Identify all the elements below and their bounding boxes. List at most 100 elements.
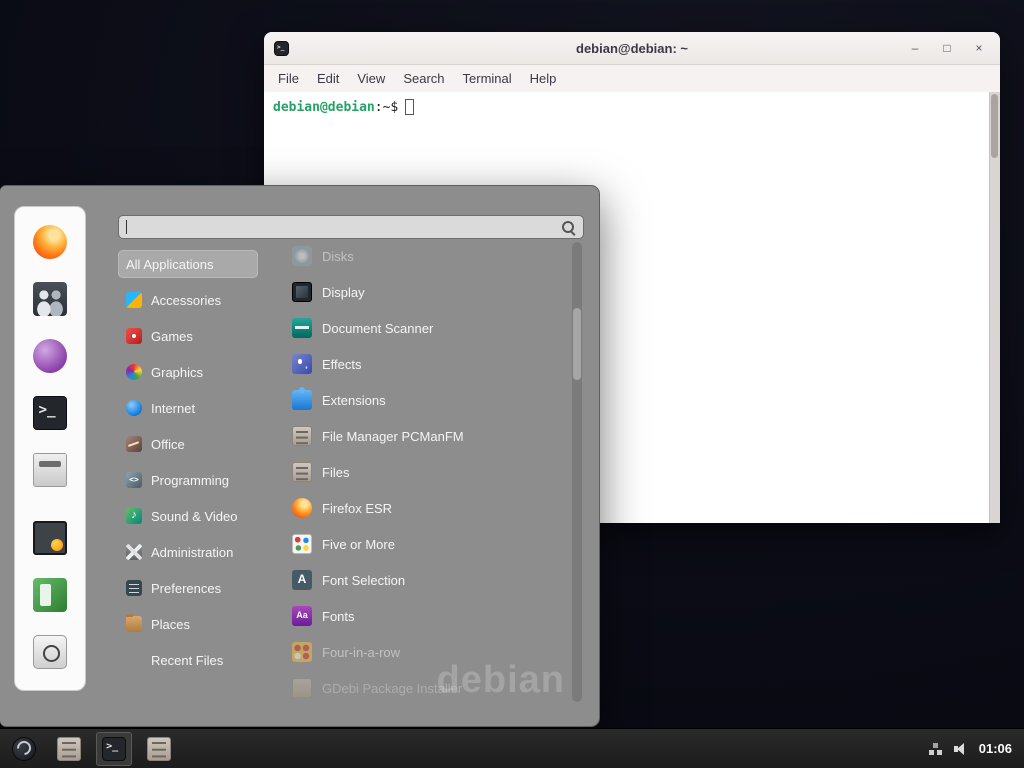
- logout-icon: [33, 578, 67, 612]
- application-item[interactable]: Disks: [288, 242, 568, 270]
- taskbar-launchers: [6, 732, 177, 766]
- terminal-window-icon: [274, 41, 289, 56]
- display-icon: [292, 282, 312, 302]
- taskbar: 01:06: [0, 728, 1024, 768]
- volume-icon[interactable]: [953, 741, 969, 757]
- terminal-titlebar[interactable]: debian@debian: ~ – □ ×: [264, 32, 1000, 65]
- shutdown-icon: [33, 635, 67, 669]
- category-item[interactable]: Graphics: [118, 358, 258, 386]
- terminal-icon: [33, 396, 67, 430]
- file-manager-icon: [292, 426, 312, 446]
- system-tray: 01:06: [927, 741, 1018, 757]
- category-item[interactable]: Recent Files: [118, 646, 258, 674]
- application-item[interactable]: Five or More: [288, 530, 568, 558]
- category-item[interactable]: Administration: [118, 538, 258, 566]
- close-button[interactable]: ×: [968, 37, 990, 59]
- favorite-users[interactable]: [30, 279, 70, 319]
- category-item[interactable]: Preferences: [118, 574, 258, 602]
- category-item[interactable]: Sound & Video: [118, 502, 258, 530]
- application-item[interactable]: Firefox ESR: [288, 494, 568, 522]
- maximize-button[interactable]: □: [936, 37, 958, 59]
- favorite-firefox[interactable]: [30, 222, 70, 262]
- search-icon: [561, 220, 576, 235]
- application-item[interactable]: Effects: [288, 350, 568, 378]
- office-icon: [126, 436, 142, 452]
- programming-icon: [126, 472, 142, 488]
- games-icon: [126, 328, 142, 344]
- prompt-line: debian@debian:~$: [273, 99, 991, 115]
- application-item[interactable]: Document Scanner: [288, 314, 568, 342]
- menubar-item[interactable]: Search: [394, 68, 453, 89]
- menubar-item[interactable]: File: [269, 68, 308, 89]
- menu-logo-icon: [12, 737, 36, 761]
- favorite-messenger[interactable]: [30, 336, 70, 376]
- category-item[interactable]: All Applications: [118, 250, 258, 278]
- network-icon[interactable]: [927, 741, 943, 757]
- application-item[interactable]: Extensions: [288, 386, 568, 414]
- gdebi-icon: [292, 678, 312, 698]
- category-item[interactable]: Internet: [118, 394, 258, 422]
- favorite-shutdown[interactable]: [30, 632, 70, 672]
- tray-icons: [927, 741, 969, 757]
- application-item[interactable]: Display: [288, 278, 568, 306]
- files-launcher[interactable]: [141, 732, 177, 766]
- users-icon: [33, 282, 67, 316]
- application-menu: debian: [0, 185, 600, 727]
- search-input[interactable]: [127, 220, 561, 235]
- menubar-item[interactable]: Terminal: [454, 68, 521, 89]
- favorite-terminal[interactable]: [30, 393, 70, 433]
- terminal-task-button[interactable]: [96, 732, 132, 766]
- menubar-item[interactable]: View: [348, 68, 394, 89]
- application-item[interactable]: File Manager PCManFM: [288, 422, 568, 450]
- files-icon: [292, 462, 312, 482]
- window-title: debian@debian: ~: [264, 41, 1000, 56]
- menu-scrollbar[interactable]: [572, 242, 582, 702]
- application-item[interactable]: GDebi Package Installer: [288, 674, 568, 702]
- places-icon: [126, 616, 142, 632]
- font-selection-icon: [292, 570, 312, 590]
- document-scanner-icon: [292, 318, 312, 338]
- clock[interactable]: 01:06: [979, 741, 1012, 756]
- minimize-button[interactable]: –: [904, 37, 926, 59]
- sound-video-icon: [126, 508, 142, 524]
- terminal-cursor: [405, 99, 414, 115]
- file-manager-launcher[interactable]: [51, 732, 87, 766]
- application-item[interactable]: Files: [288, 458, 568, 486]
- firefox-icon: [292, 498, 312, 518]
- menu-scrollbar-thumb[interactable]: [573, 308, 581, 380]
- category-item[interactable]: Games: [118, 322, 258, 350]
- window-controls: – □ ×: [904, 37, 990, 59]
- favorite-screensaver[interactable]: [30, 518, 70, 558]
- accessories-icon: [126, 292, 142, 308]
- firefox-icon: [33, 225, 67, 259]
- application-list: Disks Display Document Scanner Effects E…: [288, 242, 568, 710]
- application-item[interactable]: Font Selection: [288, 566, 568, 594]
- internet-icon: [126, 400, 142, 416]
- category-item[interactable]: Office: [118, 430, 258, 458]
- favorite-printer[interactable]: [30, 450, 70, 490]
- favorites-panel: [14, 206, 86, 691]
- prompt-path: :~$: [375, 100, 398, 115]
- search-bar: [118, 215, 584, 239]
- printer-icon: [33, 453, 67, 487]
- terminal-menubar: File Edit View Search Terminal Help: [264, 65, 1000, 92]
- effects-icon: [292, 354, 312, 374]
- application-item[interactable]: Fonts: [288, 602, 568, 630]
- terminal-icon: [102, 737, 126, 761]
- category-item[interactable]: Programming: [118, 466, 258, 494]
- extensions-icon: [292, 390, 312, 410]
- menu-button[interactable]: [6, 732, 42, 766]
- favorite-logout[interactable]: [30, 575, 70, 615]
- menubar-item[interactable]: Edit: [308, 68, 348, 89]
- terminal-scrollbar-thumb[interactable]: [991, 94, 998, 158]
- category-item[interactable]: Accessories: [118, 286, 258, 314]
- administration-icon: [126, 544, 142, 560]
- category-item[interactable]: Places: [118, 610, 258, 638]
- file-cabinet-icon: [57, 737, 81, 761]
- five-or-more-icon: [292, 534, 312, 554]
- application-item[interactable]: Four-in-a-row: [288, 638, 568, 666]
- menubar-item[interactable]: Help: [521, 68, 566, 89]
- pidgin-icon: [33, 339, 67, 373]
- fonts-icon: [292, 606, 312, 626]
- terminal-scrollbar[interactable]: [989, 92, 1000, 523]
